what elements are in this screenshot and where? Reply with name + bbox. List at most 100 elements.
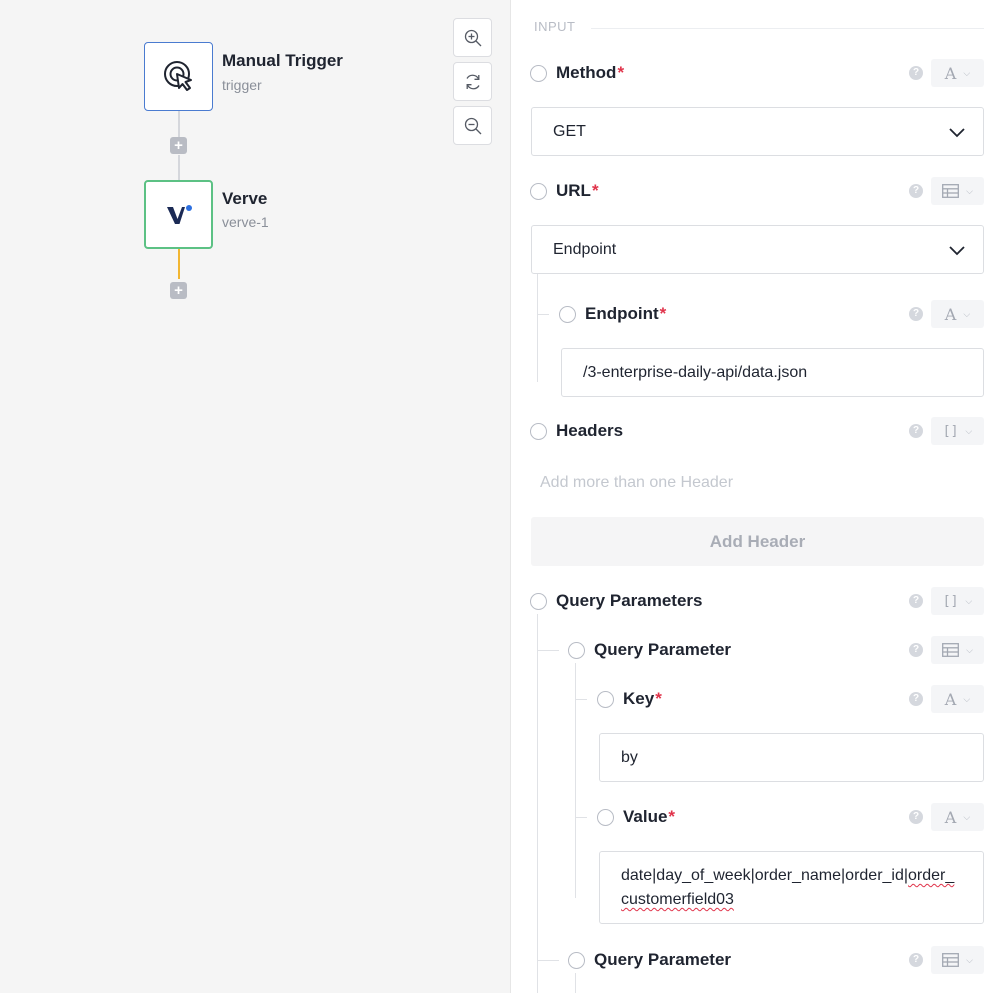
- required-marker: *: [659, 304, 667, 323]
- method-label: Method: [556, 63, 617, 82]
- value-type-dropdown[interactable]: A ⌵: [931, 300, 984, 328]
- chevron-down-icon: ⌵: [963, 811, 971, 822]
- value-type-dropdown[interactable]: ⌵: [931, 636, 984, 664]
- endpoint-type-control: ? A ⌵: [909, 299, 984, 329]
- query-parameters-radio[interactable]: [530, 592, 547, 610]
- text-type-icon: A: [944, 63, 957, 83]
- url-select[interactable]: Endpoint: [531, 225, 984, 274]
- query-parameter-label: Query Parameter: [594, 640, 732, 659]
- chevron-down-icon: ⌵: [966, 185, 973, 196]
- zoom-out-button[interactable]: [453, 106, 492, 145]
- endpoint-radio[interactable]: [559, 305, 576, 323]
- headers-field-row: Headers: [530, 419, 623, 443]
- tree-line: [537, 614, 538, 993]
- query-parameter-field-row: Query Parameter: [568, 948, 731, 972]
- url-label: URL: [556, 181, 591, 200]
- tree-line: [537, 274, 538, 382]
- method-radio[interactable]: [530, 64, 547, 82]
- section-divider: [591, 28, 984, 29]
- required-marker: *: [617, 63, 625, 82]
- text-type-icon: A: [944, 304, 957, 324]
- chevron-down-icon: ⌵: [966, 954, 973, 965]
- manual-trigger-node[interactable]: [144, 42, 213, 111]
- reset-zoom-button[interactable]: [453, 62, 492, 101]
- refresh-icon: [465, 74, 480, 89]
- chevron-down-icon: ⌵: [963, 693, 971, 704]
- pointer-click-icon: [163, 60, 192, 91]
- required-marker: *: [591, 181, 599, 200]
- list-type-icon: []: [942, 423, 959, 439]
- query-parameters-field-row: Query Parameters: [530, 589, 702, 613]
- help-icon[interactable]: ?: [909, 594, 923, 608]
- help-icon[interactable]: ?: [909, 184, 923, 198]
- chevron-down-icon: ⌵: [963, 308, 971, 319]
- method-select[interactable]: GET: [531, 107, 984, 156]
- endpoint-input-value: /3-enterprise-daily-api/data.json: [583, 363, 808, 381]
- value-type-dropdown[interactable]: A ⌵: [931, 685, 984, 713]
- key-type-control: ? A ⌵: [909, 684, 984, 714]
- chevron-down-icon: [949, 128, 965, 138]
- tree-line: [575, 699, 587, 700]
- value-type-dropdown[interactable]: ⌵: [931, 177, 984, 205]
- key-radio[interactable]: [597, 690, 614, 708]
- value-type-dropdown[interactable]: [] ⌵: [931, 587, 984, 615]
- zoom-in-button[interactable]: [453, 18, 492, 57]
- manual-trigger-title: Manual Trigger: [222, 51, 343, 70]
- active-connector-line: [178, 249, 180, 279]
- value-type-dropdown[interactable]: ⌵: [931, 946, 984, 974]
- method-type-control: ? A ⌵: [909, 58, 984, 88]
- help-icon[interactable]: ?: [909, 953, 923, 967]
- headers-empty-hint: Add more than one Header: [540, 474, 734, 491]
- headers-radio[interactable]: [530, 422, 547, 440]
- chevron-down-icon: ⌵: [966, 644, 973, 655]
- value-field-row: Value *: [597, 805, 675, 829]
- value-type-dropdown[interactable]: A ⌵: [931, 803, 984, 831]
- tree-line: [575, 973, 576, 993]
- verve-subtitle: verve-1: [222, 214, 269, 230]
- help-icon[interactable]: ?: [909, 810, 923, 824]
- endpoint-input[interactable]: /3-enterprise-daily-api/data.json: [561, 348, 984, 397]
- tree-line: [537, 650, 559, 651]
- query-parameter-label: Query Parameter: [594, 950, 732, 969]
- manual-trigger-subtitle: trigger: [222, 77, 262, 93]
- key-input[interactable]: by: [599, 733, 984, 782]
- tree-line: [537, 314, 549, 315]
- help-icon[interactable]: ?: [909, 424, 923, 438]
- text-type-icon: A: [944, 807, 957, 827]
- help-icon[interactable]: ?: [909, 307, 923, 321]
- query-parameter-radio[interactable]: [568, 951, 585, 969]
- help-icon[interactable]: ?: [909, 643, 923, 657]
- key-input-value: by: [621, 748, 638, 766]
- verve-logo-icon: [166, 204, 192, 224]
- add-step-button[interactable]: +: [170, 282, 187, 299]
- verve-title: Verve: [222, 189, 268, 208]
- chevron-down-icon: ⌵: [963, 67, 971, 78]
- tree-line: [575, 817, 587, 818]
- value-textarea[interactable]: date|day_of_week|order_name|order_id|ord…: [599, 851, 984, 924]
- table-icon: [942, 953, 960, 967]
- connector-line: [178, 155, 180, 180]
- value-radio[interactable]: [597, 808, 614, 826]
- add-header-button[interactable]: Add Header: [531, 517, 984, 566]
- query-parameters-type-control: ? [] ⌵: [909, 586, 984, 616]
- method-select-value: GET: [553, 122, 586, 140]
- value-type-dropdown[interactable]: A ⌵: [931, 59, 984, 87]
- value-type-dropdown[interactable]: [] ⌵: [931, 417, 984, 445]
- value-label: Value: [623, 807, 668, 826]
- help-icon[interactable]: ?: [909, 692, 923, 706]
- add-step-button[interactable]: +: [170, 137, 187, 154]
- zoom-out-icon: [464, 117, 481, 134]
- verve-node[interactable]: [144, 180, 213, 249]
- url-radio[interactable]: [530, 182, 547, 200]
- help-icon[interactable]: ?: [909, 66, 923, 80]
- endpoint-field-row: Endpoint *: [559, 302, 666, 326]
- workflow-canvas: Manual Trigger trigger + Verve verve-1 +: [0, 0, 511, 993]
- chevron-down-icon: ⌵: [965, 595, 973, 606]
- connector-line: [178, 111, 180, 137]
- value-type-control: ? A ⌵: [909, 802, 984, 832]
- step-config-panel: INPUT Method * ? A ⌵ GET URL * ? ⌵ Endpo…: [511, 0, 1000, 993]
- query-parameter-type-control: ? ⌵: [909, 945, 984, 975]
- chevron-down-icon: ⌵: [965, 425, 973, 436]
- query-parameter-radio[interactable]: [568, 641, 585, 659]
- table-icon: [942, 643, 960, 657]
